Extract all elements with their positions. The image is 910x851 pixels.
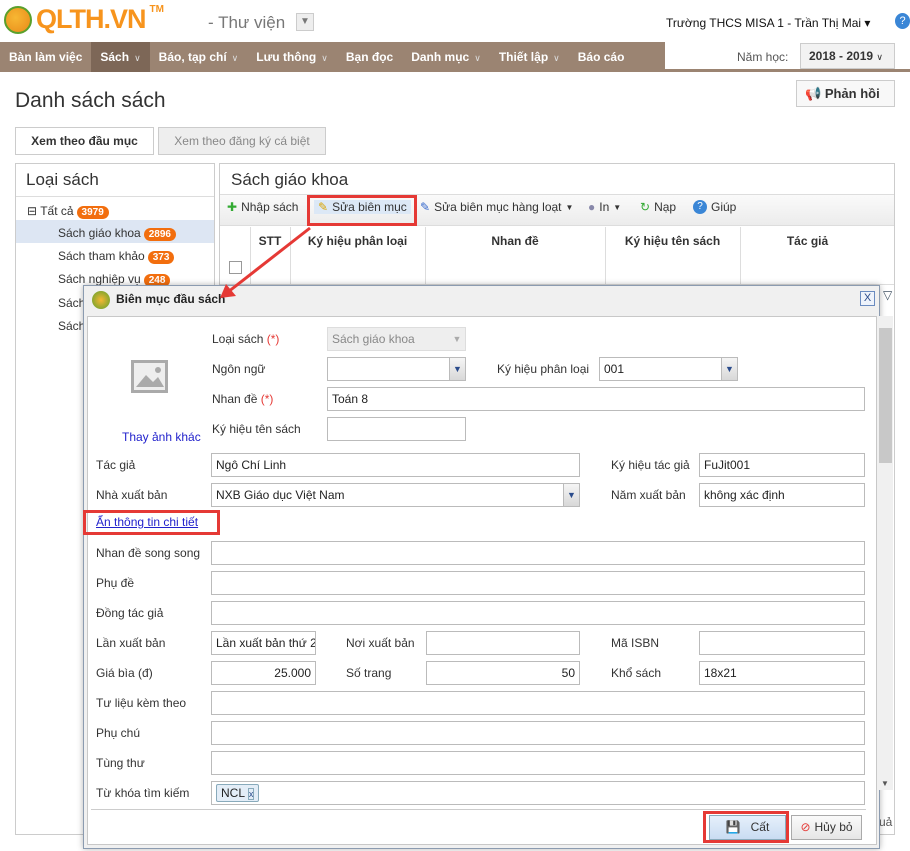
annotation-arrow: [220, 226, 311, 298]
